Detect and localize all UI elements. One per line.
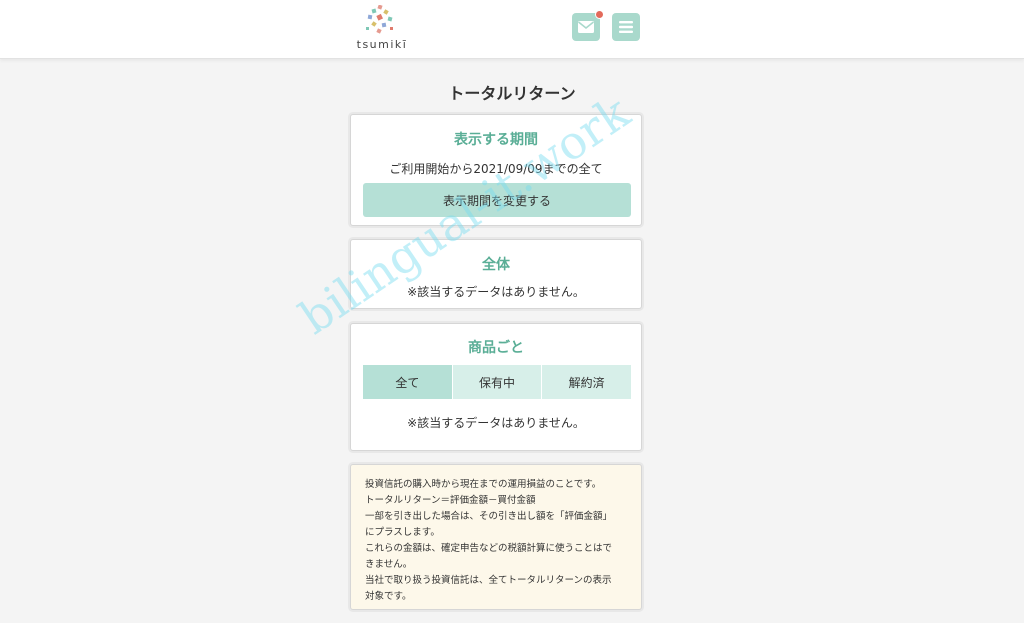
- explanation-note: 投資信託の購入時から現在までの運用損益のことです。 トータルリターン＝評価金額－…: [350, 464, 642, 610]
- products-card: 商品ごと 全て 保有中 解約済 ※該当するデータはありません。: [350, 323, 642, 451]
- mail-button[interactable]: [572, 10, 604, 41]
- note-line: 投資信託の購入時から現在までの運用損益のことです。: [365, 479, 602, 490]
- page-title: トータルリターン: [448, 84, 576, 103]
- tab-cancelled[interactable]: 解約済: [542, 365, 632, 399]
- note-line: 一部を引き出した場合は、その引き出し額を「評価金額」: [365, 511, 613, 522]
- product-tabs: 全て 保有中 解約済: [363, 365, 632, 399]
- notification-dot: [595, 10, 604, 19]
- period-card: 表示する期間 ご利用開始から2021/09/09までの全て 表示期間を変更する: [350, 114, 642, 226]
- overall-empty-text: ※該当するデータはありません。: [407, 285, 585, 299]
- tab-all[interactable]: 全て: [363, 365, 453, 399]
- tsumiki-logo[interactable]: tsumikī: [352, 5, 412, 53]
- app-header: tsumikī: [0, 0, 1024, 59]
- tab-holding[interactable]: 保有中: [452, 365, 543, 399]
- products-empty-text: ※該当するデータはありません。: [407, 416, 585, 430]
- note-line: にプラスします。: [365, 527, 440, 538]
- products-title: 商品ごと: [468, 340, 524, 356]
- overall-card: 全体 ※該当するデータはありません。: [350, 239, 642, 309]
- note-line: トータルリターン＝評価金額－買付金額: [365, 495, 536, 506]
- note-line: きません。: [365, 559, 413, 570]
- mail-icon: [578, 21, 594, 33]
- menu-button[interactable]: [612, 13, 640, 41]
- menu-icon: [619, 21, 633, 33]
- change-period-button[interactable]: 表示期間を変更する: [363, 183, 631, 217]
- note-line: これらの金額は、確定申告などの税額計算に使うことはで: [365, 543, 613, 554]
- overall-title: 全体: [482, 257, 510, 273]
- note-line: 対象です。: [365, 591, 412, 602]
- period-range-text: ご利用開始から2021/09/09までの全て: [389, 162, 603, 176]
- logo-text: tsumikī: [356, 38, 408, 51]
- logo-mark-icon: [366, 5, 393, 34]
- period-title: 表示する期間: [454, 132, 538, 148]
- note-line: 当社で取り扱う投資信託は、全てトータルリターンの表示: [365, 575, 612, 586]
